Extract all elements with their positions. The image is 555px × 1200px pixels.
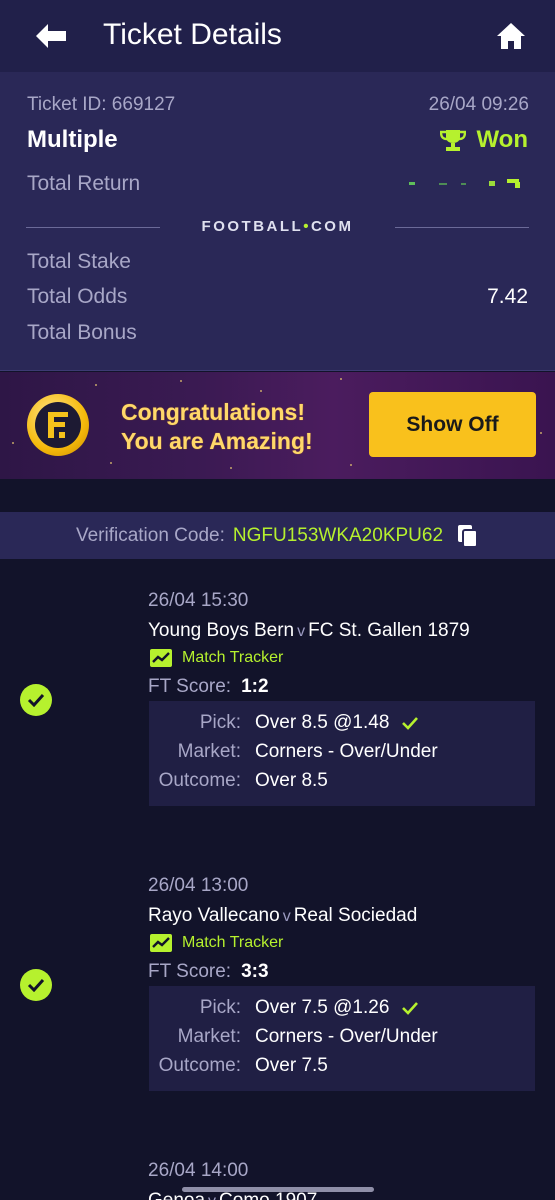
away-team: Real Sociedad [293,905,418,926]
brand-logo: FOOTBALL•COM [201,218,354,235]
total-stake-label: Total Stake [27,250,131,273]
pick-label: Pick: [199,997,241,1018]
match-tracker-label: Match Tracker [182,934,284,951]
match-time: 26/04 13:00 [148,875,249,896]
market-label: Market: [177,741,241,762]
congrats-banner: Congratulations! You are Amazing! Show O… [0,372,555,479]
pick-row: Pick: Over 8.5 @1.48 [149,712,535,736]
status-label: Won [476,126,528,153]
ft-score: FT Score: 1:2 [148,676,269,698]
market-row: Market: Corners - Over/Under [149,741,535,765]
match-card[interactable]: 26/04 13:00 Rayo Vallecano v Real Sociedad… [0,845,555,1131]
match-tracker-link[interactable]: Match Tracker [150,934,283,952]
home-team: Rayo Vallecano [148,905,280,926]
bet-detail-box: Pick: Over 8.5 @1.48 Market: Corners - O… [149,701,535,806]
congrats-line-1: Congratulations! [121,399,305,425]
chart-icon [150,649,172,667]
outcome-label: Outcome: [158,770,241,791]
won-check-icon [20,684,52,716]
home-indicator-bar[interactable] [182,1187,374,1192]
match-teams: Young Boys Bern v FC St. Gallen 1879 [148,620,470,642]
ticket-details-screen: Ticket Details Ticket ID: 669127 26/04 0… [0,0,555,1200]
page-title: Ticket Details [103,18,282,51]
f-logo-icon [48,412,68,438]
back-arrow-icon[interactable] [30,18,72,54]
won-check-icon [20,969,52,1001]
outcome-value: Over 7.5 [255,1055,328,1076]
ft-score-value: 3:3 [241,961,269,982]
match-time: 26/04 14:00 [148,1160,249,1181]
market-value: Corners - Over/Under [255,741,438,762]
outcome-row: Outcome: Over 8.5 [149,770,535,794]
pick-label: Pick: [199,712,241,733]
pick-check-icon [402,1002,419,1015]
match-tracker-label: Match Tracker [182,649,284,666]
bet-detail-box: Pick: Over 7.5 @1.26 Market: Corners - O… [149,986,535,1091]
pick-value: Over 7.5 @1.26 [255,997,390,1018]
ticket-type: Multiple [27,126,118,153]
ticket-summary: Ticket ID: 669127 26/04 09:26 Multiple W… [0,72,555,371]
away-team: FC St. Gallen 1879 [308,620,470,641]
ft-score-label: FT Score: [148,961,232,982]
match-card[interactable]: 26/04 15:30 Young Boys Bern v FC St. Galle… [0,560,555,846]
match-time: 26/04 15:30 [148,590,249,611]
ticket-status: Won [440,126,528,154]
outcome-value: Over 8.5 [255,770,328,791]
ft-score-label: FT Score: [148,676,232,697]
ft-score: FT Score: 3:3 [148,961,269,983]
home-team: Young Boys Bern [148,620,295,641]
match-tracker-link[interactable]: Match Tracker [150,649,283,667]
verification-bar: Verification Code: NGFU153WKA20KPU62 [0,512,555,559]
outcome-label: Outcome: [158,1055,241,1076]
chart-icon [150,934,172,952]
obscured-return-value [409,179,520,188]
pick-check-icon [402,717,419,730]
verification-code[interactable]: NGFU153WKA20KPU62 [233,525,443,547]
trophy-icon [440,130,467,151]
versus: v [297,623,306,640]
copy-icon[interactable] [457,524,479,548]
football-logo-badge [27,394,89,456]
congrats-text: Congratulations! You are Amazing! [121,398,313,456]
match-teams: Rayo Vallecano v Real Sociedad [148,905,417,927]
ticket-id: Ticket ID: 669127 [27,94,176,115]
pick-value: Over 8.5 @1.48 [255,712,390,733]
show-off-button[interactable]: Show Off [369,392,536,457]
brand-divider: FOOTBALL•COM [26,217,529,237]
app-header: Ticket Details [0,0,555,72]
pick-row: Pick: Over 7.5 @1.26 [149,997,535,1021]
total-bonus-label: Total Bonus [27,321,137,344]
home-icon[interactable] [492,17,530,55]
market-row: Market: Corners - Over/Under [149,1026,535,1050]
total-return-label: Total Return [27,172,141,195]
ticket-date: 26/04 09:26 [428,94,529,115]
total-odds-value: 7.42 [487,285,528,308]
market-value: Corners - Over/Under [255,1026,438,1047]
congrats-line-2: You are Amazing! [121,428,313,454]
market-label: Market: [177,1026,241,1047]
total-odds-label: Total Odds [27,285,128,308]
ft-score-value: 1:2 [241,676,269,697]
outcome-row: Outcome: Over 7.5 [149,1055,535,1079]
versus: v [208,1193,216,1200]
verification-label: Verification Code: [75,524,225,546]
versus: v [282,908,291,925]
